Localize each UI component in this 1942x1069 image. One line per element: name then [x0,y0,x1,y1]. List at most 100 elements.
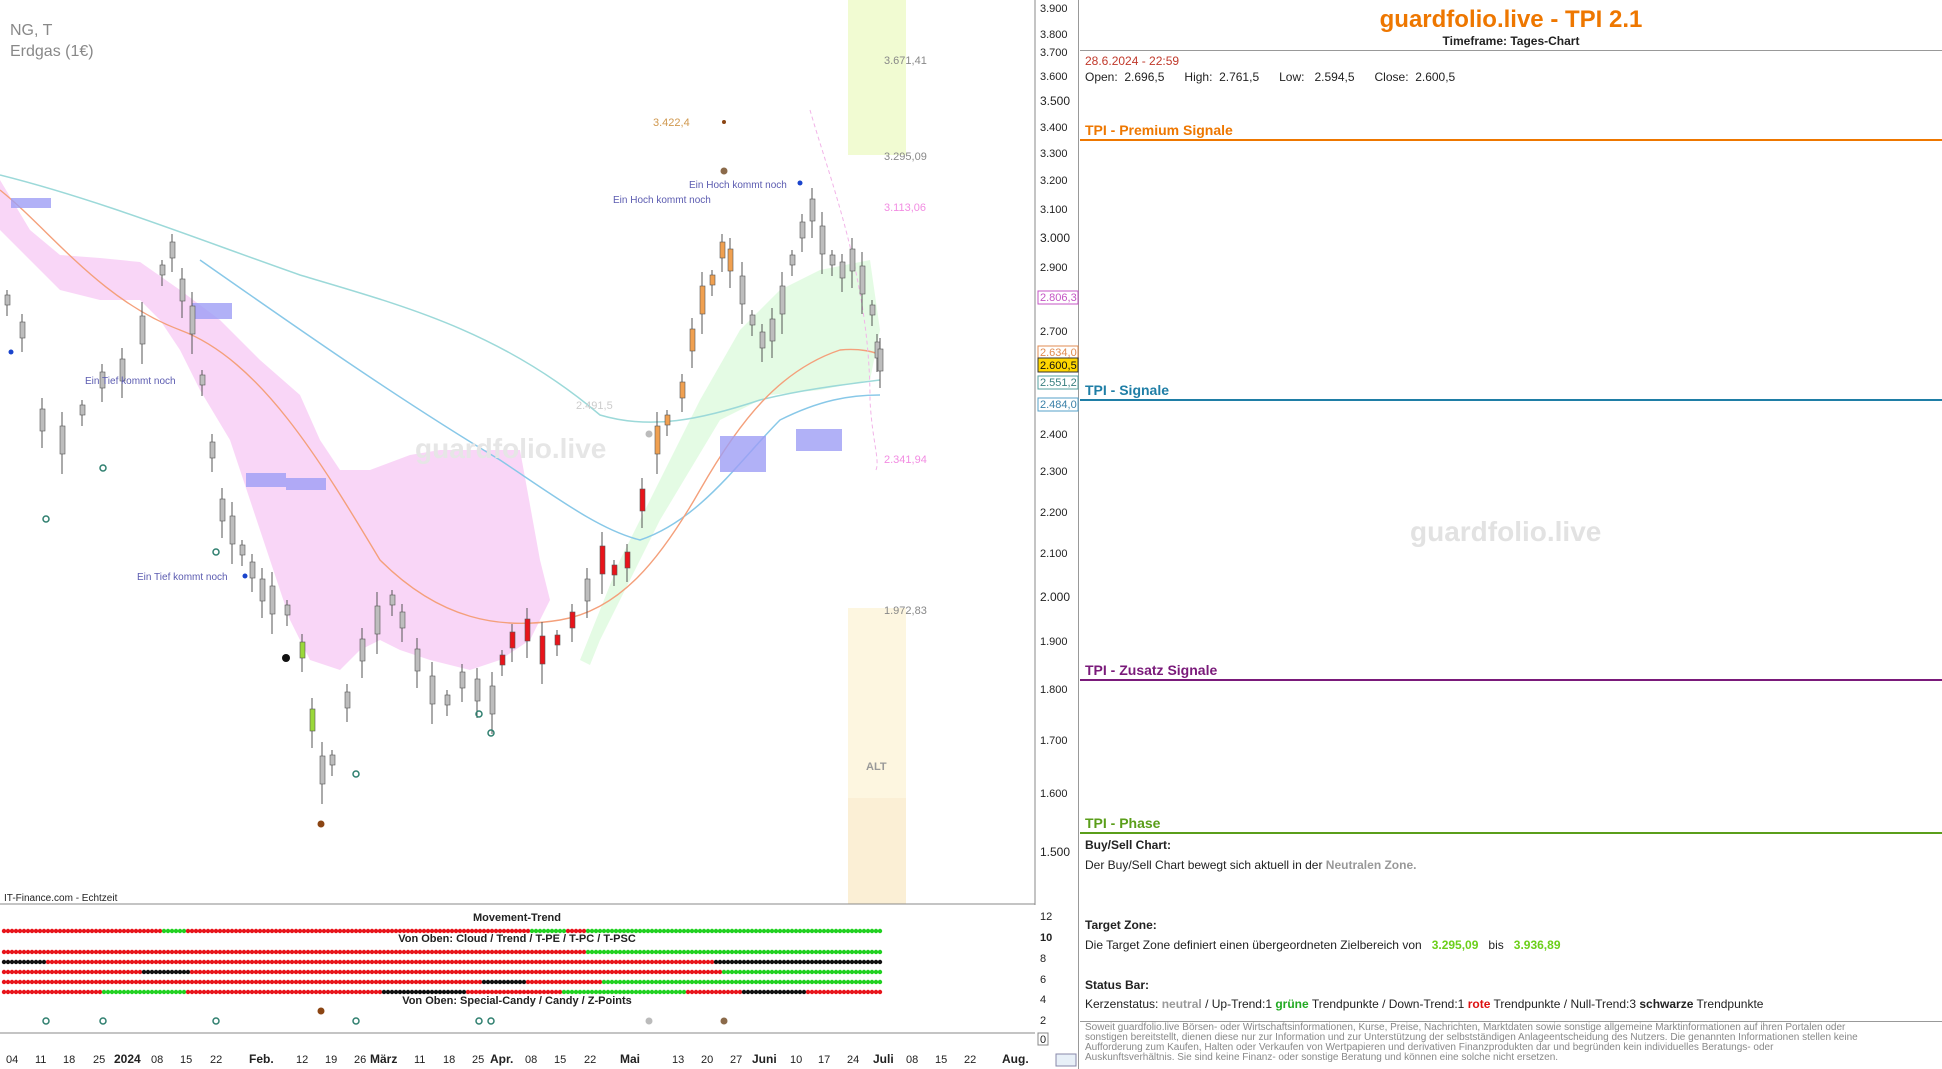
indicator-dot [93,928,99,934]
indicator-dot [617,959,623,965]
indicator-dot [137,928,143,934]
candle-body [584,578,591,602]
indicator-dot [245,959,251,965]
indicator-dot [137,969,143,975]
indicator-dot [873,949,879,955]
indicator-dot [441,979,447,985]
annotation-tief-2: Ein Tief kommt noch [137,572,228,583]
price-label: 1.900 [1040,636,1068,648]
indicator-dot [5,979,11,985]
indicator-dot [401,989,407,995]
time-label: 17 [818,1054,830,1066]
indicator-dot [645,949,651,955]
indicator-dot [461,959,467,965]
indicator-dot [465,949,471,955]
indicator-dot [525,969,531,975]
chart-panel[interactable]: 3.671,41 3.295,09 3.113,06 2.341,94 1.97… [0,0,1079,1069]
indicator-dot [417,989,423,995]
indicator-dot [665,969,671,975]
indicator-dot [841,949,847,955]
indicator-dot [701,969,707,975]
indicator-dot [385,928,391,934]
indicator-dot [841,959,847,965]
indicator-dot [225,979,231,985]
chart-settings-icon[interactable] [1055,1053,1077,1067]
indicator-dot [745,959,751,965]
indicator-dot [845,989,851,995]
candle-body [829,254,836,266]
indicator-dot [213,969,219,975]
indicator-dot [33,959,39,965]
indicator-dot [93,989,99,995]
indicator-dot [497,969,503,975]
indicator-dot [717,989,723,995]
indicator-dot [717,979,723,985]
indicator-dot [501,969,507,975]
indicator-dot [613,959,619,965]
status-neutral: neutral [1161,997,1202,1011]
indicator-dot [309,959,315,965]
indicator-dot [205,959,211,965]
indicator-dot [361,969,367,975]
indicator-dot [733,928,739,934]
indicator-dot [393,979,399,985]
indicator-dot [441,969,447,975]
indicator-dot [869,959,875,965]
indicator-dot [33,989,39,995]
indicator-dot [741,989,747,995]
indicator-dot [77,959,83,965]
indicator-dot [57,989,63,995]
indicator-dot [593,949,599,955]
indicator-dot [285,969,291,975]
indicator-dot [17,928,23,934]
indicator-dot [61,989,67,995]
indicator-dot [653,969,659,975]
price-chart[interactable]: 3.671,41 3.295,09 3.113,06 2.341,94 1.97… [0,0,1079,1069]
indicator-dot [389,979,395,985]
indicator-dot [497,989,503,995]
indicator-dot [513,969,519,975]
indicator-dot [117,959,123,965]
indicator-dot [853,969,859,975]
indicator-dot [101,989,107,995]
indicator-dot [581,969,587,975]
indicator-dot [397,949,403,955]
indicator-dot [77,928,83,934]
indicator-dot [613,928,619,934]
indicator-dot [405,969,411,975]
indicator-dot [605,969,611,975]
indicator-dot [273,949,279,955]
indicator-dot [53,928,59,934]
indicator-dot [105,979,111,985]
indicator-dot [149,928,155,934]
indicator-dot [685,979,691,985]
indicator-dot [289,979,295,985]
indicator-dot [441,928,447,934]
indicator-dot [333,979,339,985]
candle-body [4,294,11,306]
indicator-dot [589,949,595,955]
indicator-dot [221,989,227,995]
indicator-dot [721,989,727,995]
indicator-dot [133,969,139,975]
indicator-dot [149,989,155,995]
indicator-dot [13,969,19,975]
indicator-dot [425,979,431,985]
indicator-dot [397,928,403,934]
indicator-dot [477,928,483,934]
indicator-dot [149,959,155,965]
indicator-dot [317,959,323,965]
indicator-dot [341,989,347,995]
indicator-dot [237,989,243,995]
z-point-black [282,654,290,662]
indicator-dot [53,959,59,965]
indicator-dot [73,949,79,955]
indicator-dot [729,979,735,985]
indicator-dot [529,969,535,975]
indicator-dot [781,949,787,955]
indicator-dot [777,959,783,965]
target-level-3: 3.113,06 [884,202,926,214]
indicator-dot [729,989,735,995]
indicator-dot [757,949,763,955]
indicator-dot [89,979,95,985]
